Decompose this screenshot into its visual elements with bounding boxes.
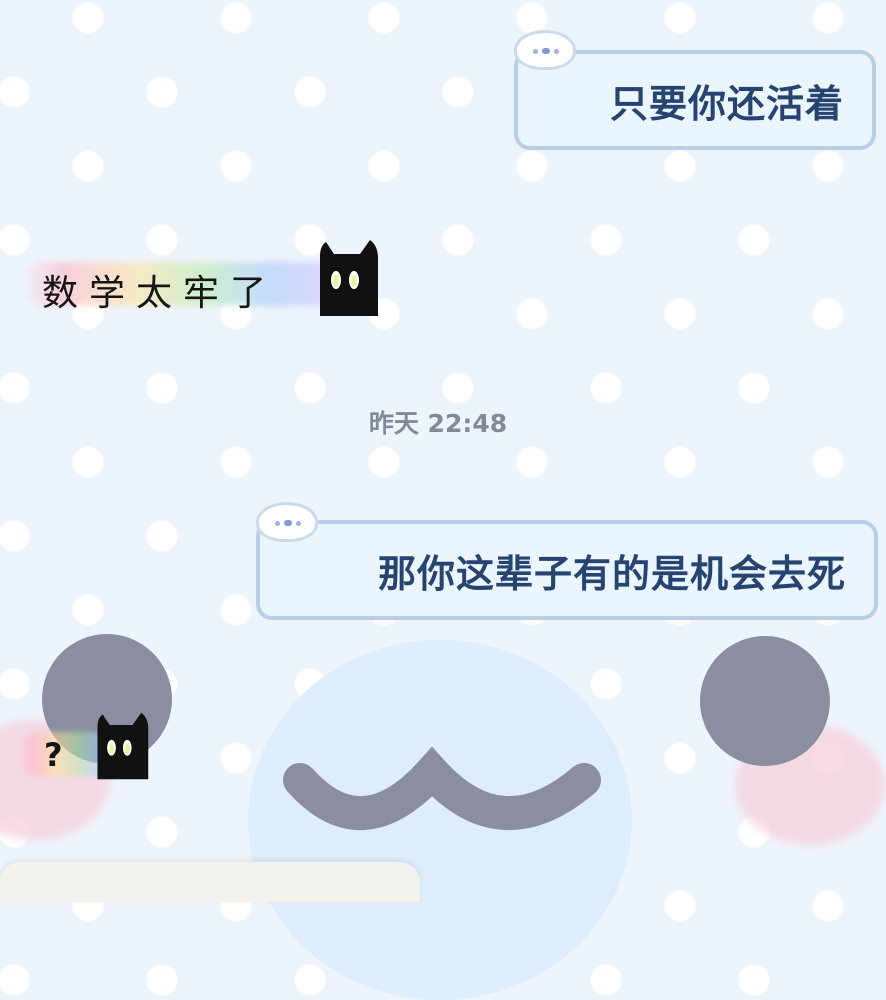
incoming-message[interactable]: 数学太牢了 [42,264,277,316]
background-eye-right [700,636,830,766]
black-cat-icon[interactable] [316,238,380,318]
input-panel-edge [0,862,420,902]
black-cat-icon[interactable] [94,706,150,786]
outgoing-message-bubble[interactable]: 只要你还活着 [514,50,876,150]
message-text: 只要你还活着 [609,81,844,126]
timestamp-divider: 昨天 22:48 [368,409,508,438]
message-text: 那你这辈子有的是机会去死 [377,551,846,596]
outgoing-message-bubble[interactable]: 那你这辈子有的是机会去死 [256,520,878,620]
incoming-message[interactable]: ? [44,736,63,774]
background-mouth [283,746,601,830]
cloud-blob-icon [256,502,318,542]
cloud-blob-icon [514,30,576,70]
